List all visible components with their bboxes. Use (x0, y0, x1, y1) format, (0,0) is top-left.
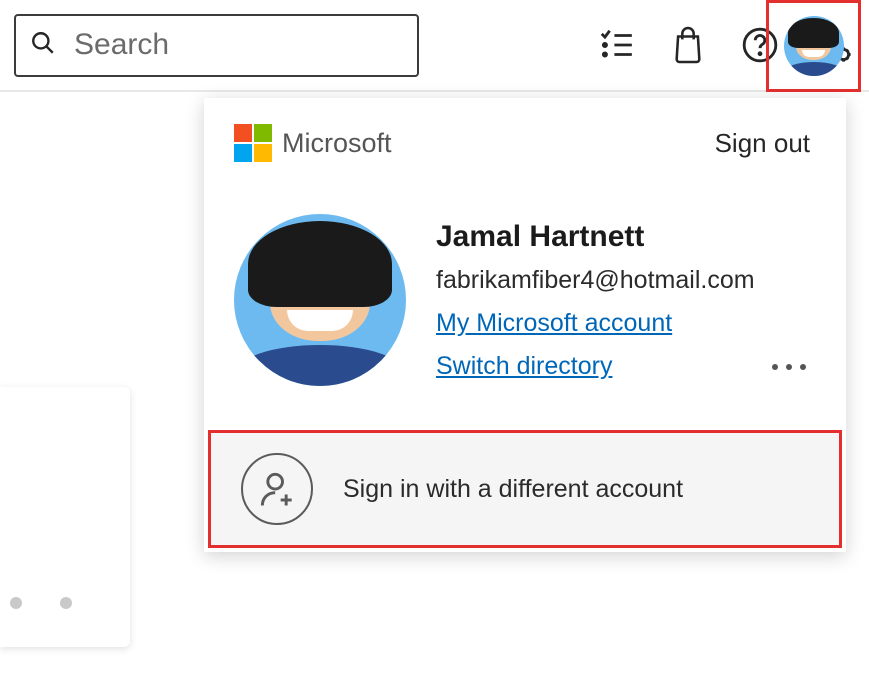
more-options-icon[interactable] (762, 354, 816, 380)
shopping-bag-icon[interactable] (671, 25, 705, 65)
user-avatar-icon (784, 16, 844, 76)
panel-header: Microsoft Sign out (204, 98, 846, 174)
switch-directory-link[interactable]: Switch directory (436, 352, 612, 381)
footer-label: Sign in with a different account (343, 475, 683, 504)
panel-body: Jamal Hartnett fabrikamfiber4@hotmail.co… (204, 174, 846, 426)
brand-text: Microsoft (282, 128, 392, 159)
user-name: Jamal Hartnett (436, 220, 816, 254)
search-icon (30, 30, 56, 61)
dot[interactable] (10, 597, 22, 609)
top-toolbar (0, 0, 869, 92)
search-input[interactable] (74, 28, 403, 62)
pagination-dots (10, 597, 72, 609)
microsoft-brand: Microsoft (234, 124, 392, 162)
sign-in-different-account-button[interactable]: Sign in with a different account (208, 430, 842, 548)
user-avatar-large (234, 214, 406, 386)
user-info: Jamal Hartnett fabrikamfiber4@hotmail.co… (436, 214, 816, 381)
search-box[interactable] (14, 14, 419, 77)
sign-out-link[interactable]: Sign out (715, 128, 810, 159)
microsoft-logo-icon (234, 124, 272, 162)
account-panel: Microsoft Sign out Jamal Hartnett fabrik… (204, 98, 846, 552)
add-person-icon (241, 453, 313, 525)
user-avatar-button[interactable] (766, 0, 861, 92)
user-email: fabrikamfiber4@hotmail.com (436, 266, 816, 295)
my-account-link[interactable]: My Microsoft account (436, 309, 672, 338)
dot[interactable] (60, 597, 72, 609)
task-list-icon[interactable] (597, 26, 635, 64)
